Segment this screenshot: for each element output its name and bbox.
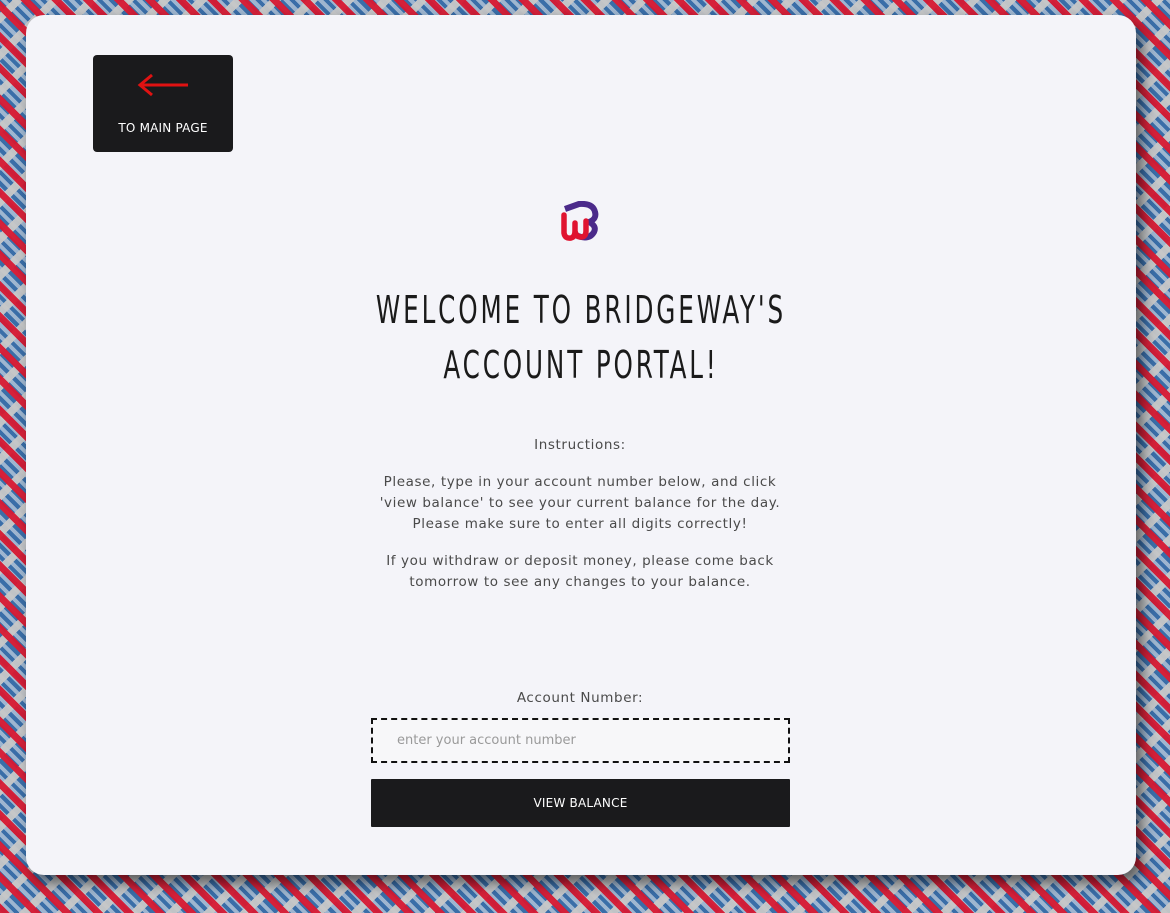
portal-card: TO MAIN PAGE WELCOME TO BRIDGEWAY'S ACCO…: [26, 15, 1136, 875]
instructions-paragraph-1: Please, type in your account number belo…: [379, 474, 781, 532]
to-main-page-button[interactable]: TO MAIN PAGE: [93, 55, 233, 152]
view-balance-button[interactable]: VIEW BALANCE: [371, 779, 790, 827]
to-main-page-label: TO MAIN PAGE: [118, 121, 208, 135]
account-number-label: Account Number:: [516, 690, 644, 706]
instructions-heading: Instructions:: [534, 437, 626, 453]
account-number-input[interactable]: [371, 718, 790, 763]
instructions-block: Instructions: Please, type in your accou…: [371, 435, 789, 609]
page-title: WELCOME TO BRIDGEWAY'S ACCOUNT PORTAL!: [375, 288, 787, 387]
bridgeway-logo: [561, 201, 599, 241]
left-arrow-icon: [137, 73, 188, 97]
instructions-paragraph-2: If you withdraw or deposit money, please…: [386, 553, 774, 590]
